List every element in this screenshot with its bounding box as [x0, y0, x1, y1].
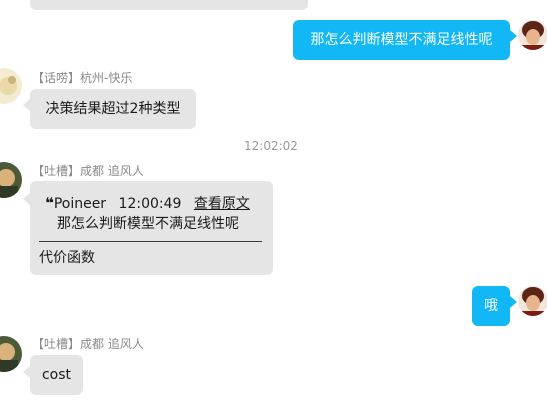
sender-name: 【话唠】杭州-快乐	[32, 71, 133, 85]
bubble-tail	[23, 99, 30, 111]
bubble-tail	[510, 30, 517, 42]
message-text: cost	[41, 367, 72, 383]
bubble-tail	[23, 193, 30, 205]
message-text: 决策结果超过2种类型	[45, 101, 181, 117]
quote-mark-icon: ❝	[45, 194, 54, 212]
self-avatar[interactable]	[518, 286, 547, 316]
message-text: 那怎么判断模型不满足线性呢	[310, 32, 493, 48]
message-text: 哦	[484, 298, 498, 314]
sender-avatar-chengdu[interactable]	[0, 162, 22, 198]
outgoing-message-bubble[interactable]: 那怎么判断模型不满足线性呢	[293, 20, 510, 60]
sender-avatar-hangzhou[interactable]	[0, 68, 22, 104]
quote-divider	[39, 241, 262, 242]
bubble-tail	[23, 366, 30, 378]
sender-avatar-chengdu[interactable]	[0, 336, 22, 372]
quote-author: Poineer	[53, 196, 107, 212]
self-avatar[interactable]	[518, 20, 547, 50]
quote-time: 12:00:49	[118, 196, 182, 212]
partial-message-bubble	[30, 0, 308, 10]
outgoing-message-bubble[interactable]: 哦	[472, 286, 510, 326]
sender-name: 【吐槽】成都 追风人	[32, 337, 144, 351]
sender-name: 【吐槽】成都 追风人	[32, 164, 144, 178]
incoming-message-bubble[interactable]: cost	[30, 355, 83, 395]
bubble-tail	[510, 296, 517, 308]
message-text: 代价函数	[39, 250, 95, 266]
message-timestamp: 12:02:02	[244, 139, 298, 153]
quoted-text: 那怎么判断模型不满足线性呢	[57, 216, 239, 232]
quote-header: ❝Poineer 12:00:49 查看原文	[45, 193, 250, 213]
view-original-link[interactable]: 查看原文	[194, 196, 250, 212]
incoming-message-bubble[interactable]: 决策结果超过2种类型	[30, 89, 196, 129]
incoming-quote-bubble[interactable]: ❝Poineer 12:00:49 查看原文 那怎么判断模型不满足线性呢 代价函…	[30, 181, 273, 275]
